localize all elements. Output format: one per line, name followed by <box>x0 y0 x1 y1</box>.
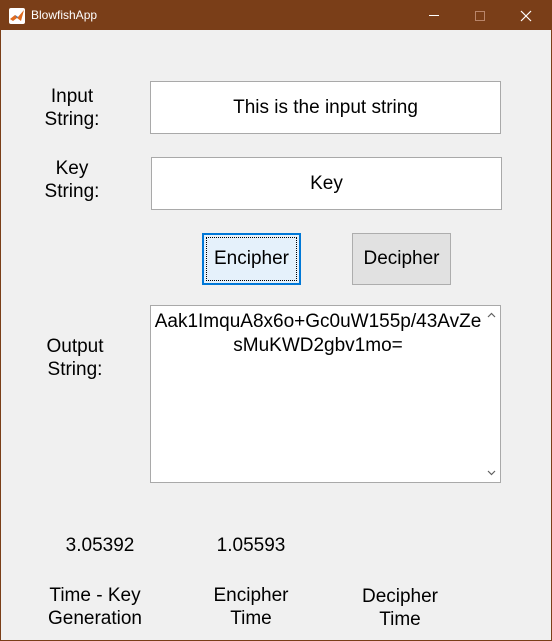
encipher-button-label: Encipher <box>214 248 289 269</box>
decipher-time-label-line1: Decipher <box>361 586 439 607</box>
window-title: BlowfishApp <box>31 8 98 22</box>
key-generation-time-value: 3.05392 <box>65 535 135 556</box>
encipher-time-value: 1.05593 <box>216 535 286 556</box>
decipher-time-label: Decipher Time <box>345 585 455 631</box>
input-string-label-line1: Input <box>50 86 94 107</box>
maximize-button[interactable] <box>457 1 503 30</box>
output-string-field[interactable]: Aak1ImquA8x6o+Gc0uW155p/43AvZesMuKWD2gbv… <box>150 305 501 483</box>
minimize-icon <box>429 15 439 16</box>
output-string-label-line2: String: <box>47 359 103 380</box>
key-string-field[interactable] <box>151 157 502 210</box>
input-string-label-line2: String: <box>44 109 100 130</box>
close-icon <box>520 10 532 21</box>
key-generation-time-label-line2: Generation <box>47 608 142 629</box>
title-bar[interactable]: BlowfishApp <box>1 1 551 30</box>
encipher-time-label-line2: Time <box>230 608 272 629</box>
encipher-time-label-line1: Encipher <box>213 585 289 606</box>
key-generation-time-label-line1: Time - Key <box>49 585 141 606</box>
scroll-down-icon[interactable] <box>482 464 500 482</box>
encipher-time-label: Encipher Time <box>196 584 306 630</box>
output-string-label-line1: Output <box>46 336 104 357</box>
input-string-field[interactable] <box>150 81 501 134</box>
app-window: BlowfishApp Input String: Key String: En… <box>0 0 552 641</box>
decipher-time-label-line2: Time <box>379 609 421 630</box>
key-string-label-line1: Key <box>55 158 89 179</box>
scroll-up-icon[interactable] <box>482 306 500 324</box>
decipher-button[interactable]: Decipher <box>352 233 451 285</box>
key-generation-time-label: Time - Key Generation <box>31 584 159 630</box>
encipher-button[interactable]: Encipher <box>202 233 301 285</box>
close-button[interactable] <box>503 1 549 30</box>
output-string-text: Aak1ImquA8x6o+Gc0uW155p/43AvZesMuKWD2gbv… <box>154 311 482 356</box>
minimize-button[interactable] <box>411 1 457 30</box>
matlab-icon <box>9 8 25 24</box>
decipher-button-label: Decipher <box>363 248 440 269</box>
input-string-label: Input String: <box>37 85 107 131</box>
output-scrollbar[interactable] <box>482 306 500 482</box>
key-string-label-line2: String: <box>44 181 100 202</box>
output-string-label: Output String: <box>37 335 113 381</box>
maximize-icon <box>475 10 485 21</box>
key-string-label: Key String: <box>37 157 107 203</box>
